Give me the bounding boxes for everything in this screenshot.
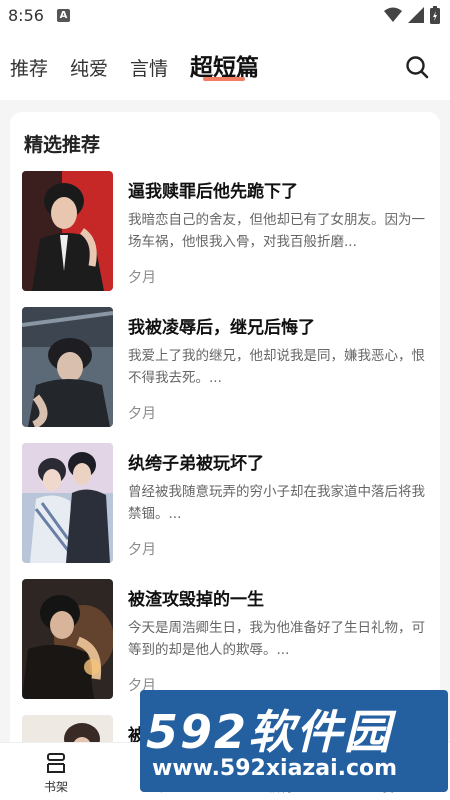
- watermark: 592软件园 www.592xiazai.com: [140, 690, 448, 792]
- book-author: 夕月: [128, 406, 156, 422]
- book-item[interactable]: 我被凌辱后，继兄后悔了 我爱上了我的继兄，他却说我是同，嫌我恶心，恨不得我去死。…: [22, 307, 432, 429]
- book-title: 被渣攻毁掉的一生: [128, 590, 264, 610]
- book-cover[interactable]: [22, 171, 113, 291]
- book-cover[interactable]: [22, 307, 113, 427]
- book-description: 今天是周浩卿生日，我为他准备好了生日礼物，可等到的却是他人的欺辱。...: [128, 620, 425, 658]
- signal-icon: [408, 7, 424, 23]
- tab-romance[interactable]: 言情: [130, 54, 168, 81]
- book-item[interactable]: 逼我赎罪后他先跪下了 我暗恋自己的舍友，但他却已有了女朋友。因为一场车祸，他恨我…: [22, 171, 432, 293]
- status-bar: 8:56 A: [0, 0, 450, 32]
- featured-card: 精选推荐 逼我赎罪后他先跪下了 我暗恋自己的舍友，但他却已有了女朋友。因为一场车…: [10, 112, 440, 752]
- section-title: 精选推荐: [24, 134, 101, 156]
- active-tab-indicator: [203, 77, 245, 81]
- status-time: 8:56: [8, 6, 44, 25]
- book-title: 逼我赎罪后他先跪下了: [128, 182, 298, 202]
- book-item[interactable]: 被渣攻毁掉的一生 今天是周浩卿生日，我为他准备好了生日礼物，可等到的却是他人的欺…: [22, 579, 432, 701]
- nav-label: 书架: [43, 780, 68, 794]
- battery-icon: [430, 6, 440, 24]
- top-nav: 推荐 纯爱 言情 超短篇: [0, 32, 450, 100]
- nav-bookshelf[interactable]: 书架: [26, 751, 86, 795]
- search-icon[interactable]: [404, 54, 430, 80]
- tab-recommend[interactable]: 推荐: [10, 54, 48, 81]
- book-item[interactable]: 纨绔子弟被玩坏了 曾经被我随意玩弄的穷小子却在我家道中落后将我禁锢。... 夕月: [22, 443, 432, 565]
- bookshelf-icon: [47, 753, 65, 773]
- watermark-logo: 592软件园: [146, 705, 393, 759]
- book-title: 我被凌辱后，继兄后悔了: [128, 318, 315, 338]
- book-title: 纨绔子弟被玩坏了: [128, 454, 264, 474]
- book-description: 曾经被我随意玩弄的穷小子却在我家道中落后将我禁锢。...: [128, 484, 425, 522]
- book-author: 夕月: [128, 542, 156, 558]
- book-description: 我暗恋自己的舍友，但他却已有了女朋友。因为一场车祸，他恨我入骨，对我百般折磨..…: [128, 212, 425, 250]
- watermark-url: www.592xiazai.com: [152, 756, 398, 781]
- tab-pure-love[interactable]: 纯爱: [70, 54, 108, 81]
- book-author: 夕月: [128, 270, 156, 286]
- wifi-icon: [384, 7, 402, 22]
- status-icons: [384, 6, 440, 24]
- book-cover[interactable]: [22, 443, 113, 563]
- book-description: 我爱上了我的继兄，他却说我是同，嫌我恶心，恨不得我去死。...: [128, 348, 425, 386]
- app-notification-icon: A: [57, 9, 70, 22]
- book-cover[interactable]: [22, 579, 113, 699]
